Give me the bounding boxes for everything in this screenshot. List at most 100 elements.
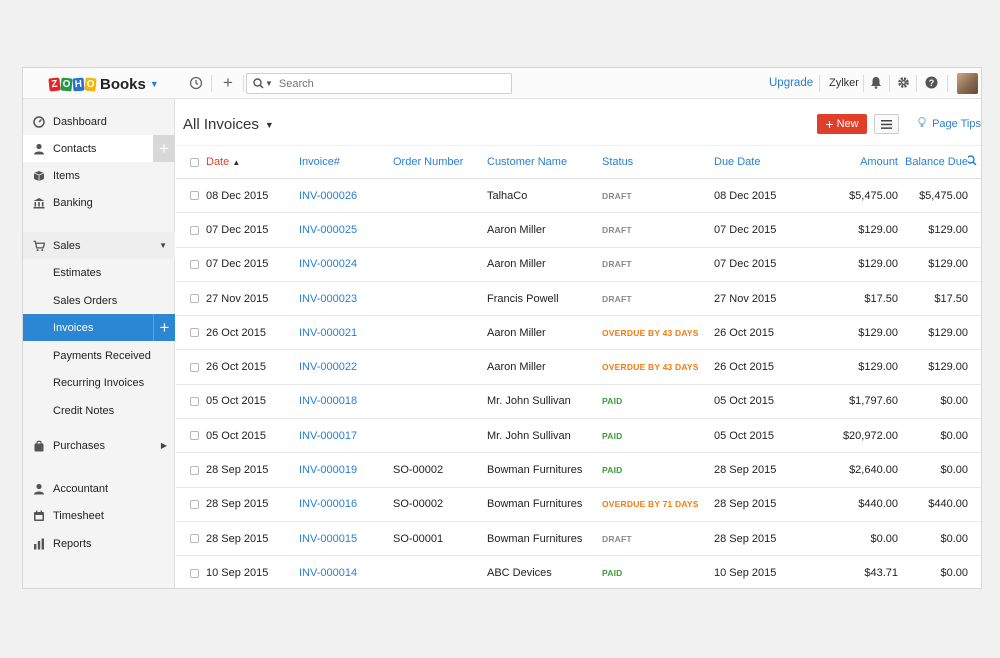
order-number [393, 247, 487, 282]
table-row[interactable]: 08 Dec 2015 INV-000026 TalhaCo DRAFT 08 Dec … [176, 178, 981, 214]
table-row[interactable]: 26 Oct 2015 INV-000022 Aaron Miller OVERDUE… [176, 349, 981, 385]
table-row[interactable]: 07 Dec 2015 INV-000025 Aaron Miller DRAFT 07… [176, 212, 981, 248]
sidebar-item-payments-received[interactable]: Payments Received [23, 342, 175, 369]
invoice-number-link[interactable]: INV-000016 [299, 487, 393, 522]
sort-icon[interactable]: ▲ [232, 158, 240, 167]
select-all-checkbox[interactable] [190, 157, 199, 167]
search-input[interactable] [278, 77, 499, 90]
chevron-right-icon[interactable]: ▶ [161, 441, 167, 450]
balance-due: $129.00 [898, 247, 968, 282]
customer-name: Bowman Furnitures [487, 452, 602, 488]
view-selector[interactable]: All Invoices ▼ [183, 116, 274, 133]
sidebar-item-contacts[interactable]: Contacts + [23, 135, 175, 162]
table-row[interactable]: 26 Oct 2015 INV-000021 Aaron Miller OVERDUE… [176, 315, 981, 351]
page-title: All Invoices [183, 116, 259, 133]
sidebar-item-invoices[interactable]: Invoices + [23, 314, 175, 341]
more-options-button[interactable] [874, 114, 899, 134]
column-header-status[interactable]: Status [602, 145, 714, 179]
sidebar-item-items[interactable]: Items [23, 162, 175, 189]
table-row[interactable]: 27 Nov 2015 INV-000023 Francis Powell DRAFT… [176, 281, 981, 317]
customer-name: Aaron Miller [487, 349, 602, 385]
row-checkbox[interactable] [190, 534, 199, 544]
row-checkbox[interactable] [190, 225, 199, 235]
amount: $17.50 [796, 281, 898, 317]
sidebar-item-timesheet[interactable]: Timesheet [23, 502, 175, 529]
row-checkbox[interactable] [190, 328, 199, 338]
status-cell: DRAFT [602, 521, 714, 557]
app-logo[interactable]: Z O H O Books ▼ [48, 75, 159, 93]
column-header-due-date[interactable]: Due Date [714, 145, 796, 179]
sidebar-item-credit-notes[interactable]: Credit Notes [23, 397, 175, 424]
table-row[interactable]: 05 Oct 2015 INV-000017 Mr. John Sullivan PA… [176, 418, 981, 454]
table-row[interactable]: 28 Sep 2015 INV-000016 SO-00002 Bowman Furn… [176, 487, 981, 522]
column-header-invoice[interactable]: Invoice# [299, 145, 393, 179]
organization-name[interactable]: Zylker [829, 77, 859, 89]
customer-name: Aaron Miller [487, 315, 602, 351]
search-filter-chevron-icon[interactable]: ▼ [265, 79, 273, 88]
sidebar-item-recurring-invoices[interactable]: Recurring Invoices [23, 369, 175, 396]
sidebar-item-reports[interactable]: Reports [23, 530, 175, 557]
upgrade-link[interactable]: Upgrade [769, 77, 813, 89]
sidebar-item-banking[interactable]: Banking [23, 189, 175, 216]
chevron-down-icon[interactable]: ▼ [159, 241, 167, 250]
sidebar-item-purchases[interactable]: Purchases ▶ [23, 432, 175, 459]
row-checkbox[interactable] [190, 499, 199, 509]
table-row[interactable]: 07 Dec 2015 INV-000024 Aaron Miller DRAFT 07… [176, 247, 981, 282]
invoice-number-link[interactable]: INV-000025 [299, 212, 393, 248]
invoice-number-link[interactable]: INV-000021 [299, 315, 393, 351]
avatar[interactable] [957, 73, 978, 94]
gear-icon[interactable] [896, 76, 910, 90]
recent-history-icon[interactable] [189, 76, 203, 90]
invoice-number-link[interactable]: INV-000023 [299, 281, 393, 317]
invoice-number-link[interactable]: INV-000022 [299, 349, 393, 385]
due-date: 28 Sep 2015 [714, 487, 796, 522]
sidebar-item-accountant[interactable]: Accountant [23, 475, 175, 502]
help-icon[interactable]: ? [924, 76, 938, 90]
table-row[interactable]: 28 Sep 2015 INV-000015 SO-00001 Bowman Furn… [176, 521, 981, 557]
column-header-order-number[interactable]: Order Number [393, 145, 487, 179]
amount: $0.00 [796, 521, 898, 557]
status-badge: OVERDUE BY 43 DAYS [602, 362, 699, 373]
row-checkbox[interactable] [190, 294, 199, 304]
add-contact-button[interactable]: + [153, 135, 175, 162]
invoice-number-link[interactable]: INV-000024 [299, 247, 393, 282]
column-header-balance-due[interactable]: Balance Due [898, 145, 968, 179]
invoice-number-link[interactable]: INV-000014 [299, 555, 393, 588]
order-number: SO-00002 [393, 487, 487, 522]
row-checkbox[interactable] [190, 568, 199, 578]
row-checkbox[interactable] [190, 431, 199, 441]
due-date: 27 Nov 2015 [714, 281, 796, 317]
sidebar-item-sales[interactable]: Sales ▼ [23, 232, 175, 259]
search-box[interactable]: ▼ [246, 73, 512, 94]
row-checkbox[interactable] [190, 397, 199, 407]
invoice-number-link[interactable]: INV-000015 [299, 521, 393, 557]
invoice-number-link[interactable]: INV-000017 [299, 418, 393, 454]
invoice-number-link[interactable]: INV-000019 [299, 452, 393, 488]
table-row[interactable]: 05 Oct 2015 INV-000018 Mr. John Sullivan PA… [176, 384, 981, 420]
invoice-number-link[interactable]: INV-000026 [299, 178, 393, 214]
row-checkbox[interactable] [190, 191, 199, 201]
new-invoice-button[interactable]: + New [817, 114, 867, 134]
chevron-down-icon[interactable]: ▼ [150, 79, 159, 89]
page-tips-link[interactable]: Page Tips [918, 117, 981, 130]
row-checkbox[interactable] [190, 362, 199, 372]
column-header-customer-name[interactable]: Customer Name [487, 145, 602, 179]
bell-icon[interactable] [869, 76, 883, 90]
column-header-date[interactable]: Date ▲ [206, 145, 299, 179]
sidebar-item-estimates[interactable]: Estimates [23, 259, 175, 286]
search-icon[interactable] [253, 78, 264, 89]
column-header-amount[interactable]: Amount [796, 145, 898, 179]
amount: $129.00 [796, 212, 898, 248]
invoice-number-link[interactable]: INV-000018 [299, 384, 393, 420]
quick-create-icon[interactable]: + [221, 74, 235, 91]
sidebar-item-dashboard[interactable]: Dashboard [23, 108, 175, 135]
table-row[interactable]: 28 Sep 2015 INV-000019 SO-00002 Bowman Furn… [176, 452, 981, 488]
search-icon[interactable] [968, 155, 977, 166]
table-row[interactable]: 10 Sep 2015 INV-000014 ABC Devices PAID 10 S… [176, 555, 981, 588]
row-checkbox[interactable] [190, 465, 199, 475]
amount: $440.00 [796, 487, 898, 522]
sidebar-item-sales-orders[interactable]: Sales Orders [23, 287, 175, 314]
row-checkbox[interactable] [190, 259, 199, 269]
order-number [393, 212, 487, 248]
add-invoice-button[interactable]: + [153, 314, 175, 341]
